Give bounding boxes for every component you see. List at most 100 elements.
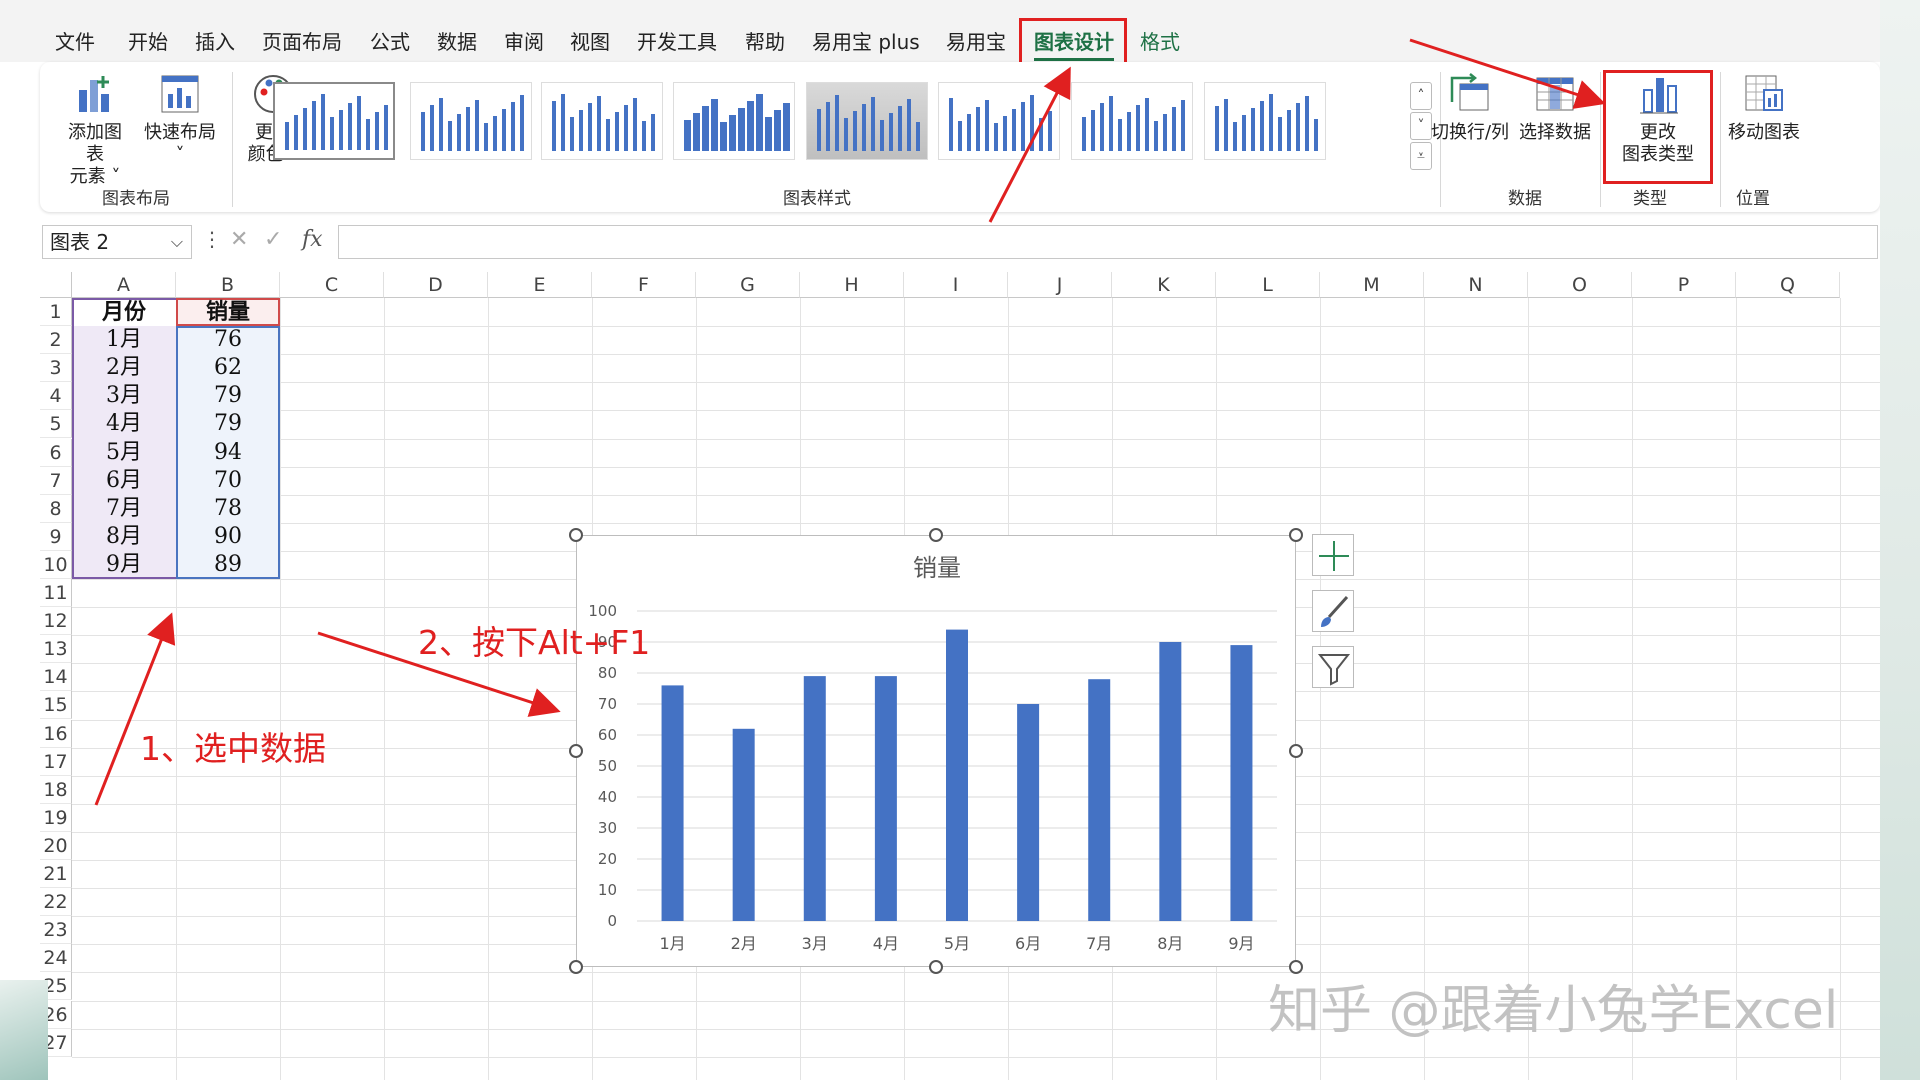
chart-style-thumbnail[interactable] <box>410 82 532 160</box>
more-options-icon[interactable]: ⋮ <box>202 227 222 251</box>
table-cell[interactable]: 70 <box>176 467 280 495</box>
row-header[interactable]: 19 <box>40 803 72 832</box>
row-header[interactable]: 12 <box>40 607 72 636</box>
column-header[interactable]: B <box>176 272 280 298</box>
column-header[interactable]: G <box>696 272 800 298</box>
name-box[interactable]: 图表 2 ⌵ <box>42 225 192 259</box>
column-header[interactable]: A <box>72 272 176 298</box>
table-cell[interactable]: 78 <box>176 495 280 523</box>
chart-style-thumbnail[interactable] <box>273 82 395 160</box>
row-header[interactable]: 8 <box>40 494 72 523</box>
column-header[interactable]: F <box>592 272 696 298</box>
row-header[interactable]: 2 <box>40 326 72 355</box>
table-cell[interactable]: 2月 <box>72 354 176 382</box>
chart-style-thumbnail[interactable] <box>938 82 1060 160</box>
resize-handle[interactable] <box>929 528 943 542</box>
resize-handle[interactable] <box>1289 744 1303 758</box>
confirm-icon[interactable]: ✓ <box>264 227 282 252</box>
table-cell[interactable]: 89 <box>176 551 280 579</box>
tab-0[interactable]: 文件 <box>55 26 95 55</box>
chart-style-thumbnail[interactable] <box>673 82 795 160</box>
table-cell[interactable]: 8月 <box>72 523 176 551</box>
row-header[interactable]: 24 <box>40 944 72 973</box>
row-header[interactable]: 16 <box>40 719 72 748</box>
column-header[interactable]: J <box>1008 272 1112 298</box>
tab-8[interactable]: 开发工具 <box>637 26 717 55</box>
row-header[interactable]: 13 <box>40 635 72 664</box>
chart-style-thumbnail[interactable] <box>1204 82 1326 160</box>
row-header[interactable]: 23 <box>40 916 72 945</box>
tab-11[interactable]: 易用宝 <box>946 26 1006 55</box>
table-cell[interactable]: 76 <box>176 326 280 354</box>
select-all-corner[interactable] <box>40 272 72 298</box>
table-cell[interactable]: 90 <box>176 523 280 551</box>
tab-6[interactable]: 审阅 <box>504 26 544 55</box>
chart-elements-button[interactable] <box>1312 534 1354 576</box>
resize-handle[interactable] <box>929 960 943 974</box>
row-header[interactable]: 5 <box>40 410 72 439</box>
table-cell[interactable]: 6月 <box>72 467 176 495</box>
cancel-icon[interactable]: ✕ <box>230 227 248 252</box>
chart-filters-button[interactable] <box>1312 646 1354 688</box>
chart-style-thumbnail[interactable] <box>806 82 928 160</box>
table-cell[interactable]: 4月 <box>72 410 176 438</box>
row-header[interactable]: 1 <box>40 298 72 327</box>
tab-5[interactable]: 数据 <box>437 26 477 55</box>
row-header[interactable]: 4 <box>40 382 72 411</box>
insert-function-icon[interactable]: fx <box>302 227 323 252</box>
row-header[interactable]: 15 <box>40 691 72 720</box>
select-data-button[interactable]: 选择数据 <box>1510 72 1600 144</box>
formula-input[interactable] <box>338 225 1878 259</box>
embedded-chart[interactable]: 销量 0 10 20 30 40 50 60 70 80 90 100 1月 2月 3月 4月 5月 6月 7月 8月… <box>576 535 1296 967</box>
tab-7[interactable]: 视图 <box>570 26 610 55</box>
chart-style-thumbnail[interactable] <box>1071 82 1193 160</box>
row-header[interactable]: 10 <box>40 550 72 579</box>
column-header[interactable]: Q <box>1736 272 1840 298</box>
chevron-down-icon[interactable]: ⌵ <box>171 226 183 258</box>
column-header[interactable]: E <box>488 272 592 298</box>
gallery-expand[interactable]: ⩡ <box>1410 142 1432 170</box>
table-cell[interactable]: 94 <box>176 439 280 467</box>
table-cell[interactable]: 9月 <box>72 551 176 579</box>
tab-4[interactable]: 公式 <box>370 26 410 55</box>
column-header[interactable]: N <box>1424 272 1528 298</box>
resize-handle[interactable] <box>569 744 583 758</box>
resize-handle[interactable] <box>569 528 583 542</box>
chart-style-thumbnail[interactable] <box>541 82 663 160</box>
tab-10[interactable]: 易用宝 plus <box>812 26 920 55</box>
move-chart-button[interactable]: 移动图表 <box>1716 72 1812 144</box>
column-header[interactable]: D <box>384 272 488 298</box>
row-header[interactable]: 3 <box>40 354 72 383</box>
column-header[interactable]: O <box>1528 272 1632 298</box>
row-header[interactable]: 6 <box>40 438 72 467</box>
table-header-cell[interactable]: 销量 <box>176 298 280 326</box>
table-header-cell[interactable]: 月份 <box>72 298 176 326</box>
chart-styles-button[interactable] <box>1312 590 1354 632</box>
row-header[interactable]: 20 <box>40 831 72 860</box>
column-header[interactable]: K <box>1112 272 1216 298</box>
table-cell[interactable]: 79 <box>176 410 280 438</box>
resize-handle[interactable] <box>1289 528 1303 542</box>
tab-1[interactable]: 开始 <box>128 26 168 55</box>
row-header[interactable]: 7 <box>40 466 72 495</box>
tab-13[interactable]: 格式 <box>1140 26 1180 55</box>
table-cell[interactable]: 3月 <box>72 382 176 410</box>
column-header[interactable]: M <box>1320 272 1424 298</box>
row-header[interactable]: 22 <box>40 888 72 917</box>
table-cell[interactable]: 7月 <box>72 495 176 523</box>
tab-3[interactable]: 页面布局 <box>262 26 342 55</box>
quick-layout-button[interactable]: 快速布局 ˅ <box>142 72 218 166</box>
table-cell[interactable]: 62 <box>176 354 280 382</box>
resize-handle[interactable] <box>569 960 583 974</box>
row-header[interactable]: 17 <box>40 747 72 776</box>
row-header[interactable]: 21 <box>40 860 72 889</box>
row-header[interactable]: 11 <box>40 579 72 608</box>
table-cell[interactable]: 5月 <box>72 439 176 467</box>
add-chart-element-button[interactable]: 添加图表 元素 ˅ <box>60 72 130 188</box>
table-cell[interactable]: 79 <box>176 382 280 410</box>
column-header[interactable]: L <box>1216 272 1320 298</box>
column-header[interactable]: C <box>280 272 384 298</box>
row-header[interactable]: 18 <box>40 775 72 804</box>
row-header[interactable]: 9 <box>40 522 72 551</box>
tab-2[interactable]: 插入 <box>195 26 235 55</box>
